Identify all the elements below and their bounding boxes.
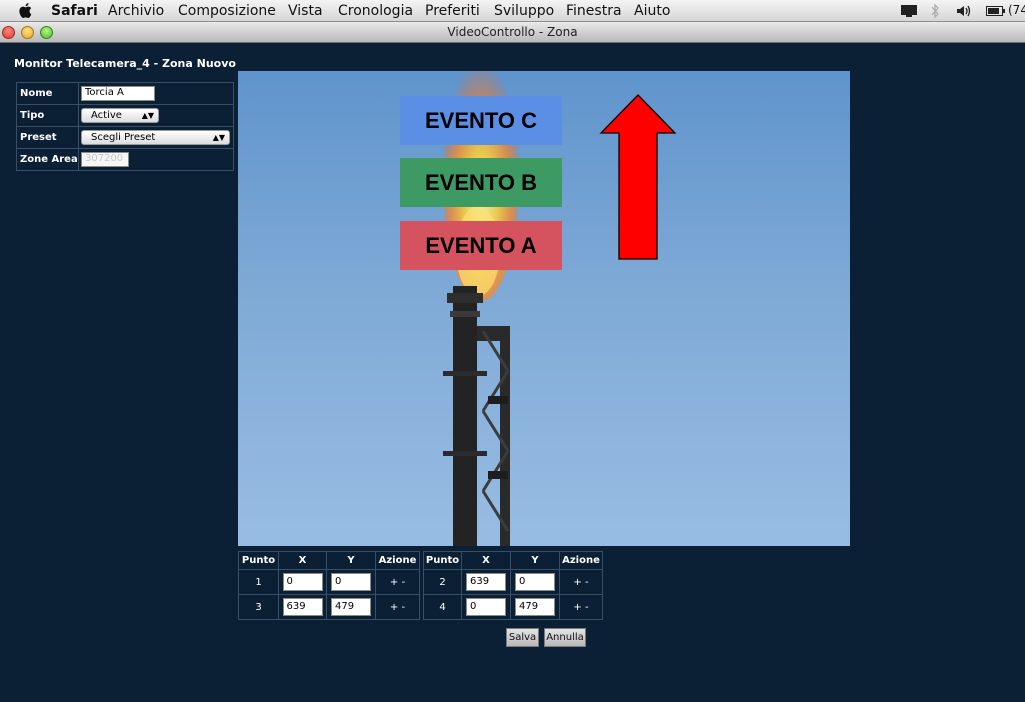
col-punto-header: Punto [423, 551, 462, 570]
menu-aiuto[interactable]: Aiuto [634, 3, 670, 19]
page-title: Monitor Telecamera_4 - Zona Nuovo [14, 57, 236, 70]
col-azione-header: Azione [559, 551, 603, 570]
menu-safari[interactable]: Safari [51, 3, 98, 19]
preset-label: Preset [16, 126, 79, 149]
nome-input[interactable]: Torcia A [81, 86, 155, 101]
event-b-label[interactable]: EVENTO B [400, 158, 562, 207]
tipo-select[interactable]: Active ▲▼ [81, 108, 159, 123]
menu-sviluppo[interactable]: Sviluppo [494, 3, 554, 19]
col-x-header: X [278, 551, 327, 570]
battery-icon[interactable] [986, 6, 1006, 17]
point-number: 3 [238, 594, 279, 620]
save-button[interactable]: Salva [506, 628, 539, 647]
menu-archivio[interactable]: Archivio [108, 3, 164, 19]
point-number: 4 [423, 594, 462, 620]
point-3-x-input[interactable]: 639 [282, 598, 323, 616]
point-3-y-input[interactable]: 479 [331, 598, 371, 616]
point-2-add-remove-actions[interactable]: + - [559, 569, 603, 595]
cancel-button[interactable]: Annulla [544, 628, 586, 647]
point-4-add-remove-actions[interactable]: + - [559, 594, 603, 620]
tipo-label: Tipo [16, 104, 79, 127]
col-y-header: Y [510, 551, 560, 570]
menu-finestra[interactable]: Finestra [566, 3, 622, 19]
select-arrows-icon: ▲▼ [212, 133, 225, 142]
event-a-label[interactable]: EVENTO A [400, 221, 562, 270]
col-punto-header: Punto [238, 551, 279, 570]
tipo-select-value: Active [91, 110, 122, 121]
volume-icon[interactable] [956, 4, 972, 18]
apple-icon[interactable] [17, 1, 35, 20]
zone-form: Nome Torcia A Tipo Active ▲▼ Preset Sceg… [16, 82, 234, 171]
point-number: 2 [423, 569, 462, 595]
menu-preferiti[interactable]: Preferiti [425, 3, 480, 19]
menu-composizione[interactable]: Composizione [178, 3, 276, 19]
point-3-add-remove-actions[interactable]: + - [375, 594, 420, 620]
preset-select[interactable]: Scegli Preset ▲▼ [81, 130, 230, 145]
menu-cronologia[interactable]: Cronologia [338, 3, 413, 19]
col-x-header: X [461, 551, 511, 570]
point-4-y-input[interactable]: 479 [515, 598, 555, 616]
table-row: 3 639 479 + - 4 0 479 + - [238, 594, 603, 620]
event-c-label[interactable]: EVENTO C [400, 96, 562, 145]
point-1-y-input[interactable]: 0 [331, 573, 371, 591]
menu-bar: Safari Archivio Composizione Vista Crono… [0, 0, 1025, 22]
point-number: 1 [238, 569, 279, 595]
window-title: VideoControllo - Zona [447, 25, 578, 39]
point-2-y-input[interactable]: 0 [515, 573, 555, 591]
zone-area-label: Zone Area [16, 148, 79, 171]
zone-area-input: 307200 [81, 152, 129, 167]
preset-select-value: Scegli Preset [91, 132, 156, 143]
table-row: 1 0 0 + - 2 639 0 + - [238, 569, 603, 595]
battery-percent: (74 [1008, 3, 1025, 17]
col-y-header: Y [326, 551, 376, 570]
point-1-add-remove-actions[interactable]: + - [375, 569, 420, 595]
display-icon[interactable] [900, 4, 918, 18]
bluetooth-icon[interactable] [930, 3, 940, 19]
point-4-x-input[interactable]: 0 [466, 598, 506, 616]
menu-vista[interactable]: Vista [288, 3, 323, 19]
camera-video-frame[interactable]: EVENTO C EVENTO B EVENTO A [238, 71, 850, 546]
up-arrow-icon [599, 94, 677, 260]
point-2-x-input[interactable]: 639 [466, 573, 506, 591]
window-titlebar: VideoControllo - Zona [0, 22, 1025, 43]
nome-label: Nome [16, 82, 79, 105]
point-1-x-input[interactable]: 0 [282, 573, 323, 591]
zone-points-table: Punto X Y Azione Punto X Y Azione 1 0 0 … [238, 551, 603, 620]
select-arrows-icon: ▲▼ [141, 111, 154, 120]
col-azione-header: Azione [375, 551, 420, 570]
